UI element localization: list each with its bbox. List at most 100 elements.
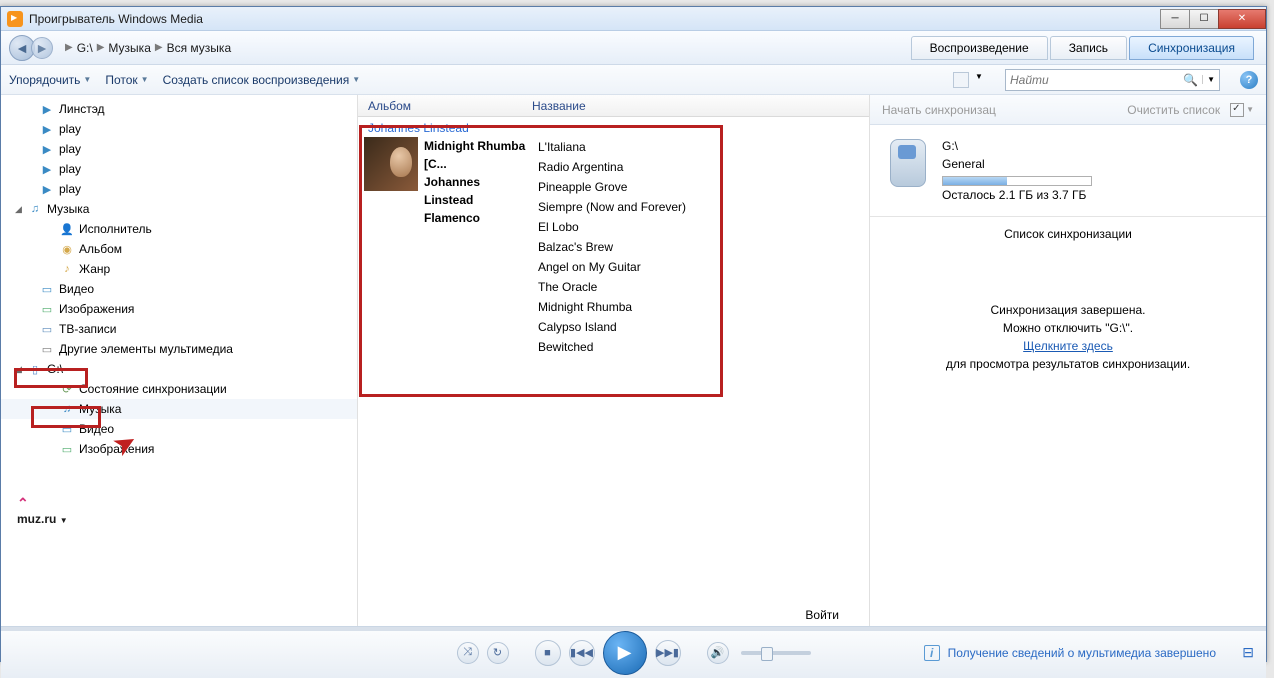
sidebar-item-genre[interactable]: ♪Жанр [1,259,357,279]
tab-play[interactable]: Воспроизведение [911,36,1048,60]
artist-link[interactable]: Johannes Linstead [364,121,863,135]
track-item[interactable]: Balzac's Brew [538,237,863,257]
body: ▶Линстэд ▶play ▶play ▶play ▶play ◢♫Музык… [1,95,1266,626]
forward-button[interactable]: ► [31,37,53,59]
help-icon[interactable]: ? [1240,71,1258,89]
storage-text: Осталось 2.1 ГБ из 3.7 ГБ [942,186,1252,204]
sidebar-item-music[interactable]: ◢♫Музыка [1,199,357,219]
search-box[interactable]: 🔍 ▼ [1005,69,1220,91]
clear-list-button[interactable]: Очистить список [1127,103,1220,117]
person-icon: 👤 [59,222,75,236]
stop-button[interactable]: ■ [535,640,561,666]
album-genre: Flamenco [424,209,528,227]
player-bar: ⤨ ↻ ■ ▮◀◀ ▶ ▶▶▮ 🔊 i Получение сведений о… [1,626,1266,678]
repeat-button[interactable]: ↻ [487,642,509,664]
column-title[interactable]: Название [528,99,869,113]
next-button[interactable]: ▶▶▮ [655,640,681,666]
track-item[interactable]: El Lobo [538,217,863,237]
sidebar-item-tv[interactable]: ▭ТВ-записи [1,319,357,339]
crumb-music[interactable]: Музыка [108,41,150,55]
sync-results-text: для просмотра результатов синхронизации. [890,355,1246,373]
column-album[interactable]: Альбом [358,99,528,113]
toolbar: Упорядочить▼ Поток▼ Создать список воспр… [1,65,1266,95]
crumb-allmusic[interactable]: Вся музыка [167,41,232,55]
sidebar-item-device[interactable]: ◢▯G:\ [1,359,357,379]
track-item[interactable]: Pineapple Grove [538,177,863,197]
login-link[interactable]: Войти [805,608,839,622]
switch-view-button[interactable]: ⊟ [1242,644,1254,661]
sync-list-title: Список синхронизации [870,216,1266,251]
track-item[interactable]: Calypso Island [538,317,863,337]
navbar: ◄ ► ▶ G:\ ▶ Музыка ▶ Вся музыка Воспроиз… [1,31,1266,65]
breadcrumb[interactable]: ▶ G:\ ▶ Музыка ▶ Вся музыка [65,41,231,55]
view-icon[interactable] [953,72,969,88]
organize-button[interactable]: Упорядочить▼ [9,73,91,87]
sync-pane: Начать синхронизац Очистить список ▼ G:\… [870,95,1266,626]
sidebar-item-device-music[interactable]: ♫Музыка [1,399,357,419]
view-options: ▼ [953,72,991,88]
tab-sync[interactable]: Синхронизация [1129,36,1254,60]
track-item[interactable]: Angel on My Guitar [538,257,863,277]
sidebar-item-syncstatus[interactable]: ⟳Состояние синхронизации [1,379,357,399]
volume-slider[interactable] [741,651,811,655]
create-playlist-button[interactable]: Создать список воспроизведения▼ [163,73,361,87]
info-icon: i [924,645,940,661]
chevron-right-icon: ▶ [65,42,73,53]
sidebar-item-play[interactable]: ▶play [1,179,357,199]
minimize-button[interactable]: ─ [1160,9,1190,29]
track-item[interactable]: Siempre (Now and Forever) [538,197,863,217]
chevron-down-icon[interactable]: ▼ [975,72,991,88]
seek-bar[interactable] [1,627,1266,631]
shuffle-button[interactable]: ⤨ [457,642,479,664]
track-item[interactable]: Bewitched [538,337,863,357]
music-icon: ♫ [27,202,43,216]
chevron-down-icon[interactable]: ▼ [1246,105,1254,114]
chevron-down-icon[interactable]: ▼ [1202,75,1215,84]
device-icon: ▯ [27,362,43,376]
search-icon[interactable]: 🔍 [1183,73,1198,87]
album-row: Midnight Rhumba [C... Johannes Linstead … [364,137,863,357]
track-item[interactable]: Midnight Rhumba [538,297,863,317]
sidebar-item-play[interactable]: ▶play [1,159,357,179]
close-button[interactable]: ✕ [1218,9,1266,29]
sidebar-item-linstead[interactable]: ▶Линстэд [1,99,357,119]
stream-button[interactable]: Поток▼ [105,73,148,87]
album-art[interactable] [364,137,418,191]
sidebar-item-artist[interactable]: 👤Исполнитель [1,219,357,239]
sidebar-item-device-video[interactable]: ▭Видео [1,419,357,439]
sidebar-item-pictures[interactable]: ▭Изображения [1,299,357,319]
expand-icon[interactable]: ◢ [15,364,27,375]
device-name: G:\ [942,137,1252,155]
sidebar-item-play[interactable]: ▶play [1,119,357,139]
video-icon: ▭ [39,282,55,296]
player-controls: ⤨ ↻ ■ ▮◀◀ ▶ ▶▶▮ 🔊 [457,631,811,675]
expand-icon[interactable]: ◢ [15,204,27,215]
search-input[interactable] [1010,73,1183,87]
play-button[interactable]: ▶ [603,631,647,675]
track-item[interactable]: L'Italiana [538,137,863,157]
album-artist: Johannes Linstead [424,173,528,209]
sidebar-item-play[interactable]: ▶play [1,139,357,159]
sidebar-item-video[interactable]: ▭Видео [1,279,357,299]
window-controls: ─ ☐ ✕ [1161,9,1266,29]
sidebar-item-device-pictures[interactable]: ▭Изображения [1,439,357,459]
picture-icon: ▭ [39,302,55,316]
crumb-drive[interactable]: G:\ [77,41,93,55]
start-sync-button[interactable]: Начать синхронизац [882,103,996,117]
sidebar-item-album[interactable]: ◉Альбом [1,239,357,259]
music-icon: ♫ [59,402,75,416]
folder-icon: ▭ [39,342,55,356]
click-here-link[interactable]: Щелкните здесь [1023,339,1113,353]
prev-button[interactable]: ▮◀◀ [569,640,595,666]
track-item[interactable]: The Oracle [538,277,863,297]
mute-button[interactable]: 🔊 [707,642,729,664]
track-item[interactable]: Radio Argentina [538,157,863,177]
app-icon [7,11,23,27]
playlist-icon: ▶ [39,142,55,156]
sidebar: ▶Линстэд ▶play ▶play ▶play ▶play ◢♫Музык… [1,95,358,626]
checkbox-icon[interactable] [1230,103,1244,117]
maximize-button[interactable]: ☐ [1189,9,1219,29]
tab-burn[interactable]: Запись [1050,36,1127,60]
sidebar-item-other[interactable]: ▭Другие элементы мультимедиа [1,339,357,359]
titlebar: Проигрыватель Windows Media ─ ☐ ✕ [1,7,1266,31]
